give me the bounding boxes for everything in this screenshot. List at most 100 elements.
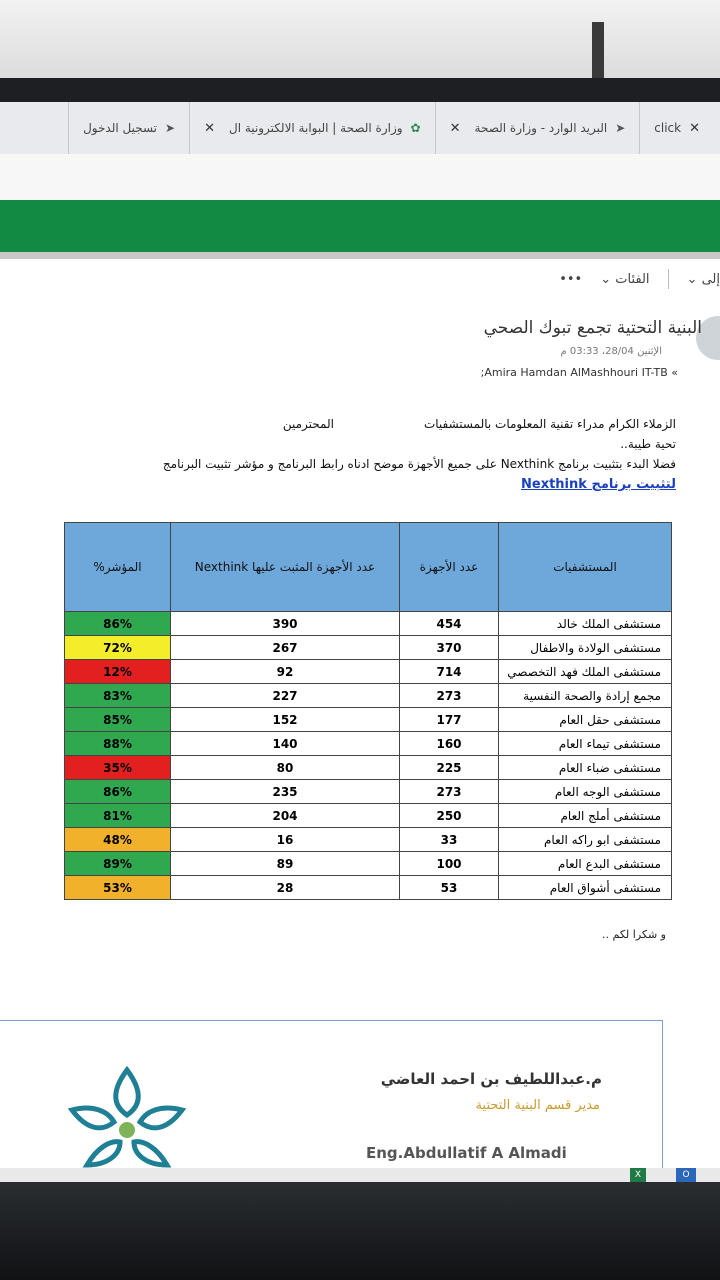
- outlook-icon[interactable]: O: [676, 1168, 696, 1182]
- installed-cell: 140: [170, 731, 400, 756]
- installed-cell: 235: [170, 779, 400, 804]
- percent-cell: 86%: [64, 779, 171, 804]
- percent-cell: 35%: [64, 755, 171, 780]
- tab-inbox[interactable]: ➤ البريد الوارد - وزارة الصحة ✕: [434, 102, 640, 154]
- hospital-cell: مستشفى تيماء العام: [498, 731, 672, 756]
- installed-cell: 28: [170, 875, 400, 900]
- installed-cell: 390: [170, 611, 400, 636]
- greeting: الزملاء الكرام مدراء تقنية المعلومات بال…: [423, 417, 676, 431]
- message-toolbar: إلى ⌄ الفئات ⌄ •••: [0, 259, 720, 299]
- percent-cell: 12%: [64, 659, 171, 684]
- email-body: الزملاء الكرام مدراء تقنية المعلومات بال…: [36, 414, 676, 495]
- tab-login-label: تسجيل الدخول: [83, 121, 158, 135]
- installation-table: المستشفيات عدد الأجهزة عدد الأجهزة المثب…: [64, 522, 672, 900]
- hospital-cell: مستشفى حقل العام: [498, 707, 672, 732]
- header-devices: عدد الأجهزة: [399, 522, 499, 612]
- devices-cell: 177: [399, 707, 499, 732]
- percent-cell: 83%: [64, 683, 171, 708]
- percent-cell: 86%: [64, 611, 171, 636]
- hospital-cell: مستشفى ضباء العام: [498, 755, 672, 780]
- installed-cell: 152: [170, 707, 400, 732]
- devices-cell: 454: [399, 611, 499, 636]
- address-area: [0, 154, 720, 200]
- table-body: مستشفى الملك خالد 454 390 86% مستشفى الولادة…: [64, 611, 672, 900]
- close-icon[interactable]: ✕: [204, 121, 215, 136]
- devices-cell: 225: [399, 755, 499, 780]
- devices-cell: 273: [399, 779, 499, 804]
- more-actions-button[interactable]: •••: [559, 272, 582, 287]
- devices-cell: 714: [399, 659, 499, 684]
- devices-cell: 250: [399, 803, 499, 828]
- table-row: مستشفى حقل العام 177 152 85%: [64, 707, 672, 732]
- devices-cell: 53: [399, 875, 499, 900]
- tab-partial[interactable]: ✕ click: [639, 102, 720, 154]
- to-button[interactable]: إلى ⌄: [687, 272, 720, 287]
- expand-icon[interactable]: »: [671, 366, 678, 379]
- toolbar-divider: [667, 269, 669, 289]
- request-text: فضلا البدء بتثبيت برنامج Nexthink على جم…: [162, 457, 676, 471]
- paper-plane-icon: ➤: [615, 121, 626, 135]
- background-wall: [0, 0, 720, 80]
- respected: المحترمين: [282, 417, 334, 431]
- table-header-row: المستشفيات عدد الأجهزة عدد الأجهزة المثب…: [64, 522, 672, 612]
- logo-center: [119, 1122, 135, 1138]
- ministry-logo-icon: ✿: [410, 121, 421, 135]
- monitor-screen: ✕ click ➤ البريد الوارد - وزارة الصحة ✕ …: [0, 102, 720, 1182]
- installed-cell: 89: [170, 851, 400, 876]
- header-divider: [0, 252, 720, 259]
- app-header-bar: [0, 200, 720, 252]
- table-row: مستشفى الوجه العام 273 235 86%: [64, 779, 672, 804]
- categories-button[interactable]: الفئات ⌄: [600, 272, 649, 287]
- chevron-down-icon: ⌄: [686, 271, 698, 287]
- header-hospitals: المستشفيات: [498, 522, 672, 612]
- devices-cell: 160: [399, 731, 499, 756]
- nexthink-link[interactable]: لتثبيت برنامج Nexthink: [521, 477, 676, 492]
- browser-tab-bar: ✕ click ➤ البريد الوارد - وزارة الصحة ✕ …: [0, 102, 720, 154]
- installed-cell: 227: [170, 683, 400, 708]
- hospital-cell: مستشفى البدع العام: [498, 851, 672, 876]
- percent-cell: 81%: [64, 803, 171, 828]
- table-row: مستشفى البدع العام 100 89 89%: [64, 851, 672, 876]
- paper-plane-icon: ➤: [165, 121, 176, 135]
- table-row: مستشفى ابو راكه العام 33 16 48%: [64, 827, 672, 852]
- monitor-mount: [592, 22, 604, 80]
- table-row: مجمع إرادة والصحة النفسية 273 227 83%: [64, 683, 672, 708]
- signature-title-ar: مدير قسم البنية التحتية: [475, 1098, 600, 1113]
- chevron-down-icon: ⌄: [600, 271, 612, 287]
- installed-cell: 16: [170, 827, 400, 852]
- excel-icon[interactable]: X: [630, 1168, 646, 1182]
- tab-inbox-label: البريد الوارد - وزارة الصحة: [474, 121, 608, 135]
- sender-name: Amira Hamdan AlMashhouri IT-TB;: [480, 366, 668, 379]
- ministry-logo-icon: [67, 1065, 187, 1168]
- email-date: الإثنين 28/04، 03:33 م: [560, 346, 662, 357]
- tab-ministry-portal[interactable]: ✿ وزارة الصحة | البوابة الالكترونية ال ✕: [189, 102, 435, 154]
- hospital-cell: مستشفى الوجه العام: [498, 779, 672, 804]
- devices-cell: 273: [399, 683, 499, 708]
- percent-cell: 72%: [64, 635, 171, 660]
- percent-cell: 88%: [64, 731, 171, 756]
- close-icon[interactable]: ✕: [450, 121, 461, 136]
- installed-cell: 204: [170, 803, 400, 828]
- signature-name-ar: م.عبداللطيف بن احمد العاضي: [380, 1070, 602, 1088]
- tab-ministry-label: وزارة الصحة | البوابة الالكترونية ال: [228, 121, 403, 135]
- percent-cell: 89%: [64, 851, 171, 876]
- table-row: مستشفى الملك فهد التخصصي 714 92 12%: [64, 659, 672, 684]
- devices-cell: 370: [399, 635, 499, 660]
- greeting-line: الزملاء الكرام مدراء تقنية المعلومات بال…: [36, 414, 676, 434]
- email-subject: البنية التحتية تجمع تبوك الصحي: [483, 318, 702, 338]
- percent-cell: 53%: [64, 875, 171, 900]
- percent-cell: 85%: [64, 707, 171, 732]
- signature-name-en: Eng.Abdullatif A Almadi: [366, 1144, 567, 1162]
- close-icon[interactable]: ✕: [689, 121, 700, 136]
- table-row: مستشفى أشواق العام 53 28 53%: [64, 875, 672, 900]
- table-row: مستشفى الولادة والاطفال 370 267 72%: [64, 635, 672, 660]
- installed-cell: 267: [170, 635, 400, 660]
- monitor-bezel-bottom: [0, 1182, 720, 1280]
- hospital-cell: مستشفى ابو راكه العام: [498, 827, 672, 852]
- header-percent: المؤشر%: [64, 522, 171, 612]
- percent-cell: 48%: [64, 827, 171, 852]
- table-row: مستشفى ضباء العام 225 80 35%: [64, 755, 672, 780]
- email-sender[interactable]: » Amira Hamdan AlMashhouri IT-TB;: [481, 366, 678, 379]
- tab-login[interactable]: ➤ تسجيل الدخول: [68, 102, 189, 154]
- hospital-cell: مستشفى أملج العام: [498, 803, 672, 828]
